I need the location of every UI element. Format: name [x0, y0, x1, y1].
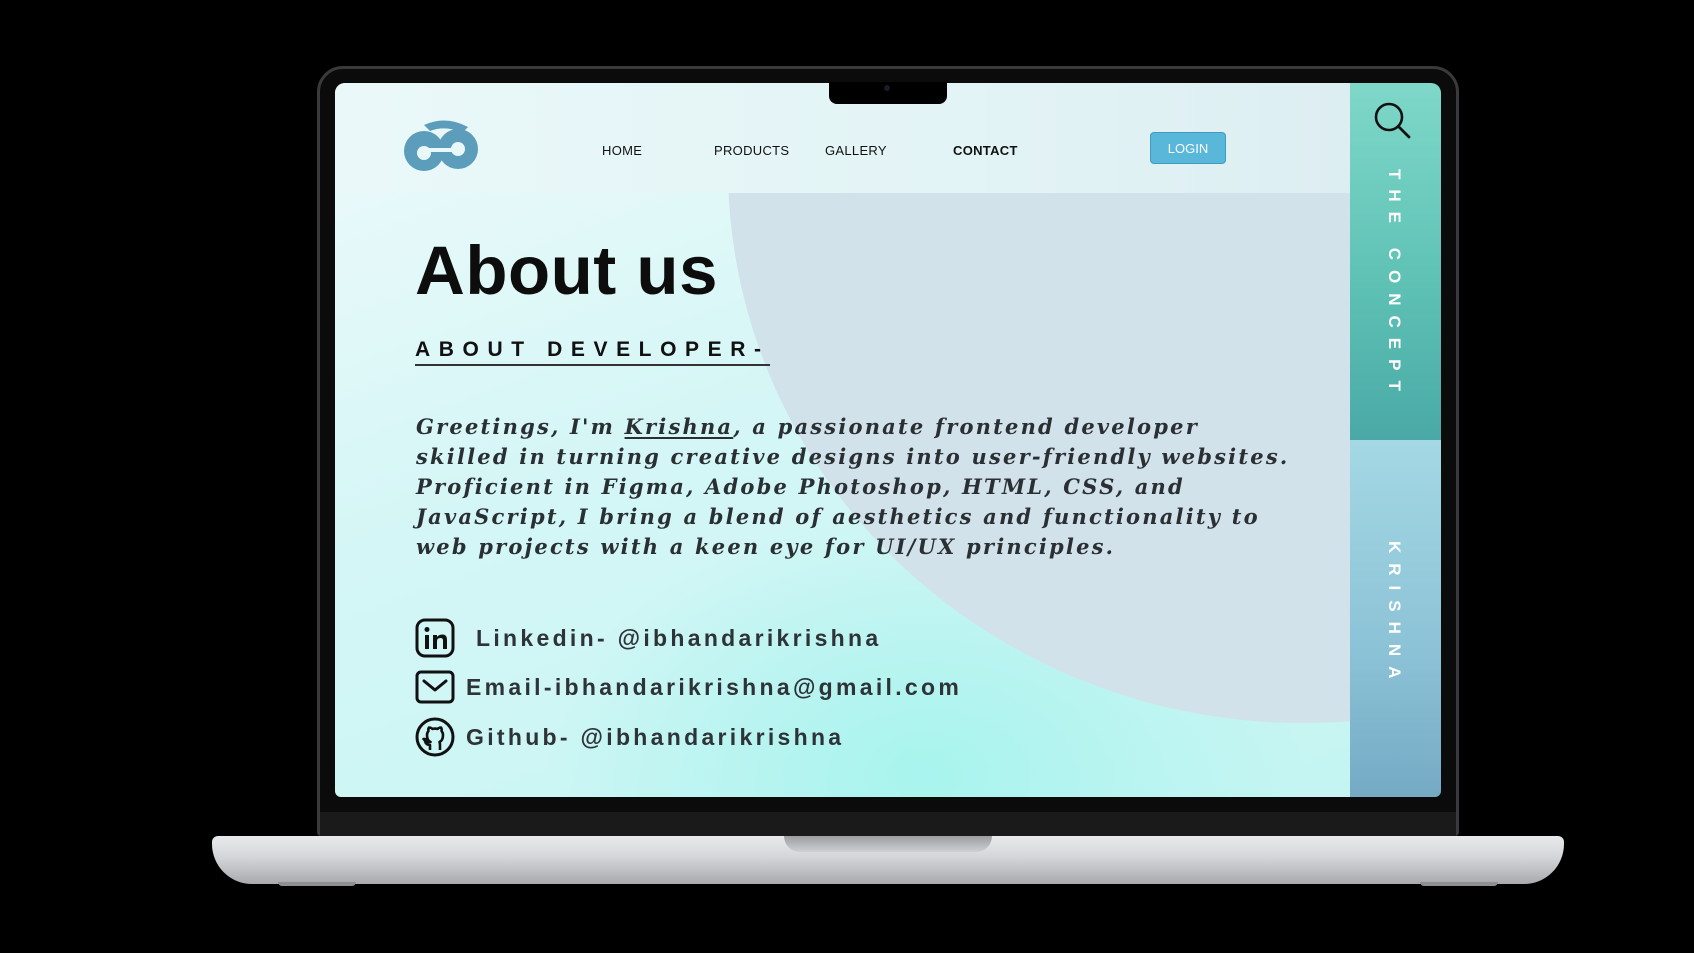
- nav-products[interactable]: PRODUCTS: [714, 143, 789, 158]
- page-title: About us: [415, 232, 718, 309]
- side-label-concept: THE CONCEPT: [1385, 169, 1404, 401]
- email-contact[interactable]: Email-ibhandarikrishna@gmail.com: [415, 667, 962, 707]
- logo-icon[interactable]: [402, 117, 482, 173]
- linkedin-handle: Linkedin- @ibhandarikrishna: [476, 624, 882, 651]
- login-button[interactable]: LOGIN: [1150, 132, 1226, 164]
- laptop-chin: [320, 812, 1456, 836]
- website-screen: HOME PRODUCTS GALLERY CONTACT LOGIN Abou…: [335, 83, 1441, 797]
- linkedin-icon: [415, 618, 455, 658]
- bio-text-start: Greetings, I'm: [416, 414, 625, 439]
- nav-gallery[interactable]: GALLERY: [825, 143, 887, 158]
- nav-home[interactable]: HOME: [602, 143, 642, 158]
- search-icon[interactable]: [1372, 100, 1412, 140]
- linkedin-contact[interactable]: Linkedin- @ibhandarikrishna: [415, 618, 881, 658]
- mail-icon: [415, 670, 455, 704]
- email-address: Email-ibhandarikrishna@gmail.com: [466, 673, 963, 700]
- side-label-krishna: KRISHNA: [1385, 541, 1404, 689]
- nav-contact[interactable]: CONTACT: [953, 143, 1018, 158]
- name-link[interactable]: Krishna: [625, 414, 734, 439]
- section-subtitle: ABOUT DEVELOPER-: [415, 338, 770, 366]
- laptop-foot: [1420, 882, 1498, 886]
- github-contact[interactable]: Github- @ibhandarikrishna: [415, 717, 844, 757]
- laptop-foot: [278, 882, 356, 886]
- laptop-groove: [784, 836, 992, 852]
- github-handle: Github- @ibhandarikrishna: [466, 723, 845, 750]
- camera-notch: [829, 82, 947, 104]
- camera-dot: [884, 85, 890, 91]
- main-area: HOME PRODUCTS GALLERY CONTACT LOGIN Abou…: [335, 83, 1350, 797]
- bio-paragraph: Greetings, I'm Krishna, a passionate fro…: [416, 412, 1296, 562]
- github-icon: [415, 717, 455, 757]
